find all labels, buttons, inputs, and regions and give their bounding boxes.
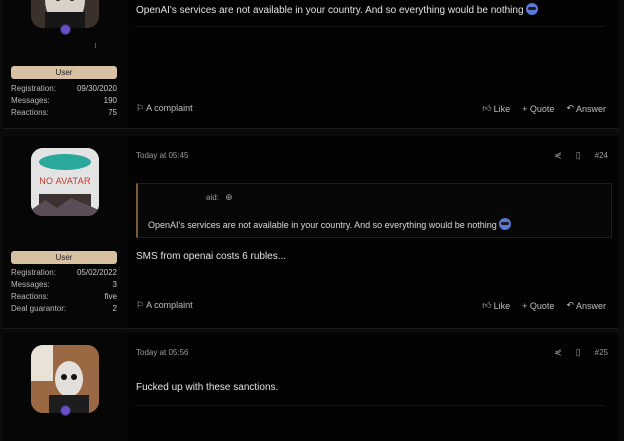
answer-label: Answer [575,103,606,114]
post-3: Today at 05:56 ⋞ ▯ #25 Fucked up with th… [3,333,618,441]
stat-value: 2 [112,304,117,313]
avatar[interactable]: NO AVATAR [31,148,99,216]
complaint-link[interactable]: ⚐ A complaint [136,103,193,114]
quote-author: aid: [206,193,219,202]
answer-button[interactable]: ↶ Answer [566,300,606,311]
quote-header[interactable]: aid: ⊕ [206,192,233,203]
bookmark-icon[interactable]: ▯ [576,347,581,358]
post-content: OpenAI's services are not available in y… [127,0,618,128]
post-tools: ⋞ ▯ #24 [554,150,608,161]
stat-messages: Messages: 3 [11,279,117,291]
message-text: SMS from openai costs 6 rubles... [136,251,287,262]
user-stats: Registration: 09/30/2020 Messages: 190 Rea… [11,83,117,119]
post-1: User Registration: 09/30/2020 Messages: 19… [3,0,618,129]
bookmark-icon[interactable]: ▯ [576,150,581,161]
avatar-image [31,345,99,413]
message-body: OpenAI's services are not available in y… [136,5,524,16]
stat-label: Messages: [11,280,50,289]
post-time[interactable]: Today at 05:56 [136,348,188,357]
flag-icon: ⚐ [136,103,145,113]
role-badge: User [11,66,117,79]
post-time[interactable]: Today at 05:45 [136,151,188,160]
message-text: OpenAI's services are not available in y… [136,3,538,16]
like-label: Like [493,300,511,311]
stat-label: Registration: [11,84,56,93]
avatar[interactable] [31,345,99,413]
post-actions: 👍︎ Like + Quote ↶ Answer [482,300,606,311]
divider-mark [95,43,96,48]
stat-reactions: Reactions: 75 [11,107,117,119]
post-2: NO AVATAR User Registration: 05/02/2022 M… [3,136,618,329]
flag-icon: ⚐ [136,300,145,310]
stat-label: Registration: [11,268,56,277]
stat-registration: Registration: 09/30/2020 [11,83,117,95]
stat-value: 190 [103,96,117,105]
stat-label: Reactions: [11,292,49,301]
quote-button[interactable]: + Quote [522,103,554,114]
stat-label: Messages: [11,96,50,105]
reply-arrow-icon: ↶ [566,103,574,113]
role-badge: User [11,251,117,264]
complaint-label: A complaint [146,300,193,310]
user-stats: Registration: 05/02/2022 Messages: 3 React… [11,267,117,315]
stat-deal-guarantor: Deal guarantor: 2 [11,303,117,315]
divider [135,405,606,406]
stat-value: 75 [108,108,117,117]
quote-block: aid: ⊕ OpenAI's services are not availab… [136,183,612,238]
stat-reactions: Reactions: five [11,291,117,303]
like-button[interactable]: 👍︎ Like [482,103,510,114]
complaint-label: A complaint [146,103,193,113]
post-number[interactable]: #25 [595,348,608,357]
stat-value: 09/30/2020 [76,84,117,93]
cool-emoji-icon [498,218,511,230]
thumbs-up-icon: 👍︎ [482,300,492,310]
quote-text: OpenAI's services are not available in y… [148,218,511,230]
post-sidebar: NO AVATAR User Registration: 05/02/2022 M… [3,136,128,328]
answer-button[interactable]: ↶ Answer [566,103,606,114]
post-content: Today at 05:45 ⋞ ▯ #24 aid: ⊕ OpenAI's s… [127,136,618,328]
divider [135,26,606,27]
online-status-icon [60,405,71,416]
quote-button[interactable]: + Quote [522,300,554,311]
post-content: Today at 05:56 ⋞ ▯ #25 Fucked up with th… [127,333,618,441]
like-button[interactable]: 👍︎ Like [482,300,510,311]
post-sidebar: User Registration: 09/30/2020 Messages: 19… [3,0,128,128]
message-text: Fucked up with these sanctions. [136,382,279,393]
online-status-icon [60,24,71,35]
stat-value: 3 [112,280,117,289]
post-tools: ⋞ ▯ #25 [554,347,608,358]
quote-body: OpenAI's services are not available in y… [148,220,497,230]
share-icon[interactable]: ⋞ [554,150,562,161]
like-label: Like [493,103,511,114]
post-number[interactable]: #24 [595,151,608,160]
avatar-label: NO AVATAR [39,176,91,186]
stat-registration: Registration: 05/02/2022 [11,267,117,279]
stat-messages: Messages: 190 [11,95,117,107]
thumbs-up-icon: 👍︎ [482,103,492,113]
stat-label: Reactions: [11,108,49,117]
stat-value: 05/02/2022 [76,268,117,277]
complaint-link[interactable]: ⚐ A complaint [136,300,193,311]
share-icon[interactable]: ⋞ [554,347,562,358]
answer-label: Answer [575,300,606,311]
stat-value: five [104,292,117,301]
arrow-up-circle-icon: ⊕ [225,192,233,202]
stat-label: Deal guarantor: [11,304,67,313]
cool-emoji-icon [525,3,538,15]
post-sidebar [3,333,128,441]
post-actions: 👍︎ Like + Quote ↶ Answer [482,103,606,114]
reply-arrow-icon: ↶ [566,300,574,310]
